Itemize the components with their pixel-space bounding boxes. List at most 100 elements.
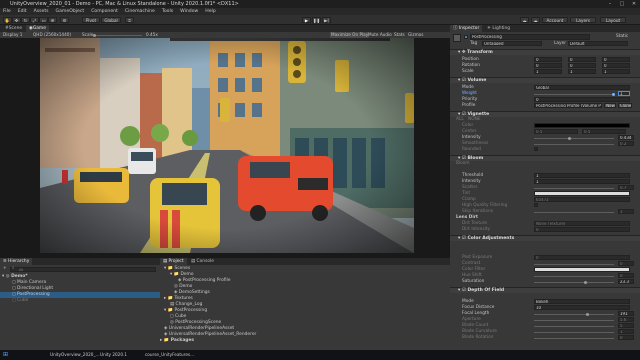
vignette-center-y[interactable]: 0.5 (582, 129, 626, 134)
depth-of-field-header[interactable]: ▾ ☑ Depth Of Field (450, 287, 640, 293)
project-item[interactable]: ▸ 📁 Packages (160, 338, 194, 344)
bloom-header[interactable]: ▾ ☑ Bloom (450, 155, 640, 161)
vignette-rounded-checkbox[interactable] (534, 147, 538, 151)
play-button[interactable]: ▶ (302, 17, 311, 23)
priority-field[interactable]: 0 (534, 97, 630, 102)
rect-tool-icon[interactable]: ▭ (39, 17, 48, 23)
hierarchy-row[interactable]: ◻ Cube (12, 298, 28, 304)
dirt-texture-field[interactable]: None (Texture) (534, 221, 630, 226)
blade-curvature-field[interactable]: 1 (618, 329, 634, 334)
menu-file[interactable]: File (3, 9, 11, 14)
volume-mode-dropdown[interactable]: Global (534, 85, 630, 90)
rotation-y-field[interactable]: 0 (568, 63, 596, 68)
position-y-field[interactable]: 0 (568, 57, 596, 62)
scale-x-field[interactable]: 1 (534, 69, 562, 74)
windows-start-icon[interactable]: ⊞ (3, 351, 8, 358)
color-filter-swatch[interactable] (534, 267, 630, 272)
scatter-slider[interactable] (534, 188, 614, 189)
taskbar-item[interactable]: course_UnityFeatures... (145, 352, 194, 357)
saturation-field[interactable]: 23.3 (618, 279, 634, 284)
menu-tools[interactable]: Tools (162, 9, 173, 14)
color-adjustments-header[interactable]: ▾ ☑ Color Adjustments (450, 235, 640, 241)
tag-dropdown[interactable]: Untagged (482, 41, 542, 46)
aperture-field[interactable]: 5.6 (618, 317, 634, 322)
taskbar-item[interactable]: UnityOverview_2020_... (50, 352, 100, 357)
blade-rotation-slider[interactable] (534, 338, 614, 339)
menu-window[interactable]: Window (180, 9, 198, 14)
maximize-icon[interactable]: □ (616, 0, 628, 8)
layout-dropdown[interactable]: Layout (600, 17, 626, 23)
vignette-color-swatch[interactable] (534, 123, 630, 128)
position-x-field[interactable]: 0 (534, 57, 562, 62)
blade-curvature-slider[interactable] (534, 332, 614, 333)
transform-header[interactable]: ▾ ✥ Transform (450, 49, 640, 55)
weight-field[interactable]: 1 (618, 91, 630, 96)
skip-iterations-field[interactable]: 1 (618, 209, 634, 214)
hq-filtering-checkbox[interactable] (534, 203, 538, 207)
menu-cinemachine[interactable]: Cinemachine (125, 9, 155, 14)
focal-length-knob[interactable] (586, 312, 589, 316)
tab-lighting[interactable]: ☀ Lighting (484, 25, 513, 32)
post-exposure-field[interactable]: 0 (534, 255, 630, 260)
vignette-smoothness-field[interactable]: 0.2 (618, 141, 634, 146)
vignette-intensity-slider[interactable] (534, 138, 614, 139)
weight-slider-knob[interactable] (612, 92, 615, 96)
contrast-field[interactable]: 0 (618, 261, 634, 266)
aperture-slider[interactable] (534, 320, 614, 321)
clone-button[interactable]: Clone (618, 103, 632, 108)
vignette-intensity-knob[interactable] (568, 136, 571, 140)
minimize-icon[interactable]: – (604, 0, 616, 8)
menu-edit[interactable]: Edit (18, 9, 27, 14)
hierarchy-search-input[interactable] (10, 267, 156, 272)
hand-tool-icon[interactable]: ✋ (3, 17, 12, 23)
menu-help[interactable]: Help (205, 9, 215, 14)
vignette-all[interactable]: ALL (456, 117, 464, 122)
blade-count-slider[interactable] (534, 326, 614, 327)
hue-shift-field[interactable]: 0 (618, 273, 634, 278)
rotation-z-field[interactable]: 0 (602, 63, 630, 68)
scale-slider[interactable] (96, 35, 142, 36)
vignette-smoothness-slider[interactable] (534, 144, 614, 145)
collab-icon[interactable]: ☁ (520, 17, 529, 23)
move-tool-icon[interactable]: ✥ (12, 17, 21, 23)
threshold-field[interactable]: 1 (534, 173, 630, 178)
close-icon[interactable]: ✕ (628, 0, 640, 8)
weight-slider[interactable] (534, 94, 614, 95)
global-toggle[interactable]: Global (101, 17, 121, 23)
account-dropdown[interactable]: Account (542, 17, 568, 23)
transform-tool-icon[interactable]: ⊕ (48, 17, 57, 23)
tab-scene[interactable]: #Scene (2, 25, 25, 32)
scale-tool-icon[interactable]: ⤢ (30, 17, 39, 23)
tab-hierarchy[interactable]: ≡ Hierarchy (0, 258, 33, 265)
tint-swatch[interactable] (534, 191, 630, 196)
tab-game[interactable]: ◉Game (26, 25, 49, 32)
services-icon[interactable]: ☁ (531, 17, 540, 23)
layer-dropdown[interactable]: Default (568, 41, 628, 46)
blade-count-field[interactable]: 5 (618, 323, 634, 328)
display-dropdown[interactable]: Display 1 (3, 32, 22, 38)
saturation-slider[interactable] (534, 282, 614, 283)
scale-y-field[interactable]: 1 (568, 69, 596, 74)
focal-length-slider[interactable] (534, 314, 614, 315)
tab-project[interactable]: ▤ Project (160, 258, 187, 265)
skip-iterations-slider[interactable] (534, 212, 614, 213)
tab-inspector[interactable]: ⓘ Inspector (450, 25, 483, 32)
scale-slider-knob[interactable] (93, 33, 96, 37)
vignette-none[interactable]: NONE (468, 117, 481, 122)
scale-z-field[interactable]: 1 (602, 69, 630, 74)
saturation-knob[interactable] (584, 280, 587, 284)
focus-distance-field[interactable]: 10 (534, 305, 630, 310)
object-name-field[interactable]: PostProcessing (470, 34, 590, 40)
blade-rotation-field[interactable]: 0 (618, 335, 634, 340)
layers-dropdown[interactable]: Layers (570, 17, 596, 23)
tab-console[interactable]: ▤ Console (188, 258, 217, 265)
menu-component[interactable]: Component (91, 9, 118, 14)
pivot-toggle[interactable]: Pivot (82, 17, 100, 23)
menu-gameobject[interactable]: GameObject (56, 9, 85, 14)
volume-header[interactable]: ▾ ☑ Volume (450, 77, 640, 83)
pause-button[interactable]: ❚❚ (312, 17, 321, 23)
vignette-center-x[interactable]: 0.5 (534, 129, 578, 134)
dirt-intensity-field[interactable]: 0 (534, 227, 630, 232)
profile-field[interactable]: PostProcessing Profile (Volume Profile) (534, 103, 602, 108)
custom-tool-icon[interactable]: ⚙ (60, 17, 69, 23)
